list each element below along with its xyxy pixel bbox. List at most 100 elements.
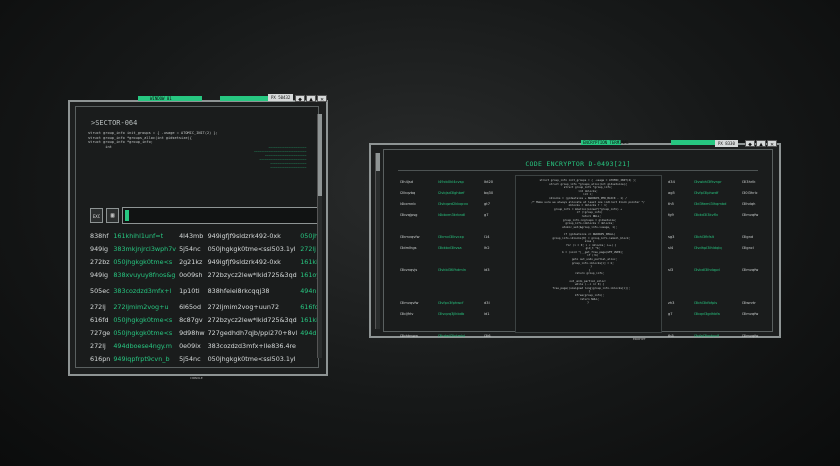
grid-icon[interactable]: ▦	[106, 208, 119, 223]
key-row[interactable]: l2lkqvbq l2vbjsd3lghbef bq30	[400, 188, 504, 199]
table-cell: 1p10ti	[179, 286, 200, 295]
table-cell: 272bz	[90, 257, 110, 266]
key-cell: l3lmvqfw	[742, 334, 759, 338]
minimize-button[interactable]: ▲	[756, 140, 766, 148]
key-row[interactable]: l3bvqjpsg l4bbvm3krbndl g7	[400, 210, 504, 221]
encryptor-panel: CODE ENCRYPTOR D-0493[21] l3h4jsd l49cb0k…	[383, 149, 773, 338]
key-cell: l3lmvqfw	[742, 268, 759, 272]
key-cell: l3bhl3kfbfpls	[694, 301, 718, 305]
pin-button[interactable]: ◆	[745, 140, 755, 148]
data-table: 838hf 161khihl1unf=t 4l43mb 949igfjf9sldzrk…	[90, 229, 324, 365]
table-cell: 616pn	[90, 354, 111, 363]
key-row[interactable]: zh3 l3bhl3kfbfpls l3lwnrtr	[668, 298, 772, 309]
table-cell: 727ge	[90, 328, 111, 337]
exc-icon[interactable]: EXC	[90, 208, 103, 223]
table-cell: 050jhgkgk0tme<s	[113, 328, 173, 337]
key-cell: l3h4jsd	[400, 180, 414, 184]
key-cell: sl4	[668, 246, 674, 250]
key-cell: d34	[668, 180, 675, 184]
key-row[interactable]	[400, 287, 504, 298]
table-cell: 383cozdzd3mfx+l	[113, 286, 172, 295]
key-row[interactable]: l4bcmnb l3vkqwd2kbqcvx gt7	[400, 199, 504, 210]
table-cell: 5j54nc	[179, 244, 201, 253]
table-cell: 838xvuyuy8fnos&g	[113, 270, 176, 279]
table-row[interactable]: 272lj 272ljmim2vog+u 6l65od 272ljmim2vog+uu…	[90, 300, 324, 313]
table-cell: 949ig	[90, 270, 109, 279]
close-button[interactable]: ✕	[317, 95, 327, 103]
key-row[interactable]: l3bvnqvjs l3vkbl3Kfhdmln id3	[400, 265, 504, 276]
table-row[interactable]: 616pn 949iqpfrpt9cvn_b 5j54nc 050jhgkgk0tme…	[90, 352, 324, 365]
key-row[interactable]	[668, 221, 772, 232]
key-row[interactable]: l3dmlhgs l3bkbvl3kvsa lh2	[400, 243, 504, 254]
table-cell: 5j54nc	[179, 354, 201, 363]
key-cell: l3vkbl3Kfhdmln	[438, 268, 467, 272]
table-row[interactable]: 272lj 494dboese4ngy.m 0e09ix 383cozdzd3mfx+…	[90, 339, 324, 352]
key-cell: l3vkqwd2kbqcvx	[438, 202, 469, 206]
minimize-button[interactable]: ▲	[306, 95, 316, 103]
scrollbar-thumb[interactable]	[318, 114, 322, 196]
table-cell: 4l43mb	[179, 231, 204, 240]
table-cell: 272ljmim2vog+u	[113, 302, 169, 311]
key-cell: l49cb0kl4cvsp	[438, 180, 464, 184]
table-row[interactable]: 616fd 050jhgkgk0tme<s 8c87gv 272bzycz2lew*l…	[90, 313, 324, 326]
cipher-output-panel: struct group_info init_groups = { .usage…	[515, 175, 662, 333]
scrollbar[interactable]	[375, 153, 380, 329]
key-cell: l3vfpl3lphwdf	[694, 191, 719, 195]
key-row[interactable]	[668, 276, 772, 287]
key-row[interactable]: l3lmvqvfw l3vfpv3fphwcf d3l	[400, 298, 504, 309]
key-cell: l3kmvl3lkvcxp	[438, 235, 464, 239]
table-cell: 838hf	[90, 231, 109, 240]
key-row[interactable]: l3bhtmwn l3hdwjl3lvtmlvl l3i6	[400, 331, 504, 342]
key-cell: g7	[484, 213, 489, 217]
key-row[interactable]	[400, 276, 504, 287]
key-cell: l3bhl3fkfslt	[694, 235, 715, 239]
table-row[interactable]: 838hf 161khihl1unf=t 4l43mb 949igfjf9sldzrk…	[90, 229, 324, 242]
key-row[interactable]: l3h4jsd l49cb0kl4cvsp lkt20	[400, 177, 504, 188]
key-row[interactable]: d34 l3vwbhl3fkvnpr l3l3hrlk	[668, 177, 772, 188]
key-row[interactable]: fg9 l3bkd3l3kvflv l3lmvqfw	[668, 210, 772, 221]
key-row[interactable]	[668, 254, 772, 265]
key-cell: l3lgnd	[742, 235, 754, 239]
table-cell: 949igfjf9sldzrk492-0xk	[207, 231, 281, 240]
key-row[interactable]: sg3 l3bhl3fkfslt l3lgnd	[668, 232, 772, 243]
sector-window: WINDOW 01 PX 50432 ◆ ▲ ✕ >SECTOR-064 str…	[68, 94, 328, 380]
scrollbar[interactable]	[317, 114, 322, 358]
key-row[interactable]: ag5 l3vfpl3lphwdf l30l3hrlc	[668, 188, 772, 199]
key-row[interactable]	[400, 254, 504, 265]
key-cell: l3bqvl3gdhbfa	[694, 312, 720, 316]
scrollbar-thumb[interactable]	[376, 153, 380, 171]
key-row[interactable]: sl4 l3vdhpl3lhldqlq l3lgncl	[668, 243, 772, 254]
key-row[interactable]	[668, 287, 772, 298]
table-row[interactable]: 949ig 838xvuyuy8fnos&g 0o09sh 272bzycz2lew*…	[90, 268, 324, 281]
table-row[interactable]: 505ec 383cozdzd3mfx+l 1p10ti 838hfeiei8rkcq…	[90, 281, 324, 300]
key-row[interactable]	[400, 320, 504, 331]
close-button[interactable]: ✕	[767, 140, 777, 148]
key-cell: fg9	[668, 213, 674, 217]
pin-button[interactable]: ◆	[295, 95, 305, 103]
key-row[interactable]: fh5 l3vfpl3bphpdf l3lmvqfw	[668, 331, 772, 342]
key-row[interactable]: sl3 l3vbdl3lhdqpd l3lmvqfw	[668, 265, 772, 276]
key-row[interactable]: g7 l3bqvl3gdhbfa l3lmvqfw	[668, 309, 772, 320]
key-row[interactable]: l3kmvqvfw l3kmvl3lkvcxp l14	[400, 232, 504, 243]
table-cell: 494dboese4ngy.m	[113, 341, 173, 350]
table-cell: 727gedhdh7qjb/ppi270+8vl	[207, 328, 298, 337]
key-cell: lkt20	[484, 180, 494, 184]
key-row[interactable]: th5 l3d3fwml3lhqmbd l3lhdqh	[668, 199, 772, 210]
table-cell: 050jhgkgk0tme<ssl503.1yl	[207, 244, 296, 253]
table-cell: 616fd	[90, 315, 109, 324]
key-cell: l3vfpl3bphpdf	[694, 334, 719, 338]
key-row[interactable]: l3bljfrlv l3lvqvq3jlkbdb id1	[400, 309, 504, 320]
table-cell: 050jhgkgk0tme<ssl503.1yl	[207, 354, 296, 363]
window-tab-accent	[671, 140, 715, 145]
table-row[interactable]: 727ge 050jhgkgk0tme<s 9d98hw 727gedhdh7qjb/…	[90, 326, 324, 339]
key-cell: l3lmvqfw	[742, 312, 759, 316]
key-row[interactable]	[400, 221, 504, 232]
table-cell: 949ig	[90, 244, 109, 253]
window-bottom-label: ENCRYPT	[633, 337, 646, 341]
table-row[interactable]: 949ig 383mkjnjrcl3wph7v 5j54nc 050jhgkgk0tm…	[90, 242, 324, 255]
table-row[interactable]: 272bz 050jhgkgk0tme<s 2g21kz 949igfjf9sldzr…	[90, 255, 324, 268]
key-row[interactable]	[668, 320, 772, 331]
key-cell: l3lwnrtr	[742, 301, 756, 305]
command-input[interactable]	[122, 207, 322, 224]
key-cell: l3l3hrlk	[742, 180, 756, 184]
